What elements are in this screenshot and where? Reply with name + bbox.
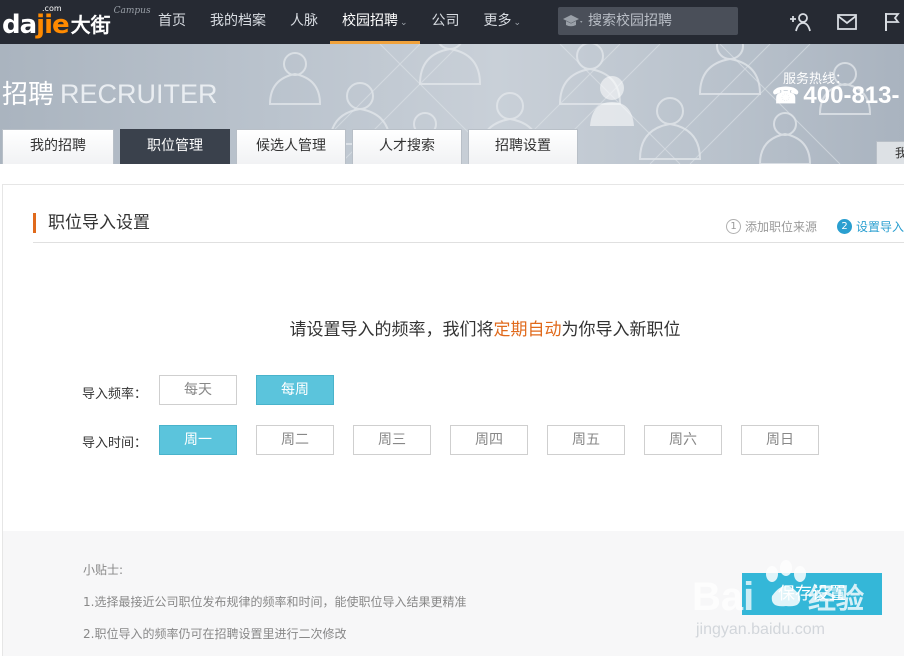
frequency-label: 导入频率：: [82, 387, 148, 402]
step-number: 2: [837, 219, 853, 234]
logo-chinese: 大街: [70, 13, 111, 37]
top-navigation-bar: dajie .com 大街 Campus 首页 我的档案 人脉 校园招聘 ⌄ 公司 更多 ⌄: [0, 0, 904, 44]
flag-icon[interactable]: [880, 10, 904, 34]
time-option-0[interactable]: 周一: [159, 425, 237, 455]
step-label: 设置导入: [856, 220, 904, 234]
step-1: 1 添加职位来源: [726, 218, 817, 235]
time-option-3[interactable]: 周四: [450, 425, 528, 455]
prompt-highlight: 定期自动: [493, 320, 562, 340]
time-option-5[interactable]: 周六: [644, 425, 722, 455]
banner-title: 招聘 RECRUITER: [2, 79, 218, 110]
phone-icon: ☎: [772, 83, 800, 108]
chevron-down-icon: ⌄: [513, 18, 522, 28]
tab-2[interactable]: 候选人管理: [236, 129, 346, 164]
nav-item-label: 更多: [483, 13, 512, 29]
section-header: 职位导入设置 1 添加职位来源 2 设置导入: [33, 211, 904, 243]
main-content: 职位导入设置 1 添加职位来源 2 设置导入 请设置导入的频率，我们将定期自动为你导入…: [2, 184, 904, 656]
time-option-4[interactable]: 周五: [547, 425, 625, 455]
nav-item-label: 公司: [431, 13, 460, 29]
nav-item-1[interactable]: 我的档案: [198, 0, 278, 44]
nav-item-0[interactable]: 首页: [146, 0, 198, 44]
nav-item-label: 首页: [158, 13, 186, 29]
mail-icon[interactable]: [835, 10, 859, 34]
tip-line-1: 1.选择最接近公司职位发布规律的频率和时间，能使职位导入结果更精准: [83, 595, 467, 609]
tab-0[interactable]: 我的招聘: [2, 129, 114, 164]
time-option-6[interactable]: 周日: [741, 425, 819, 455]
recruiter-tabs: 我的招聘 职位管理 候选人管理 人才搜索 招聘设置: [0, 129, 584, 164]
nav-item-label: 人脉: [290, 13, 318, 29]
nav-item-5[interactable]: 更多 ⌄: [472, 0, 534, 44]
nav-item-3[interactable]: 校园招聘 ⌄: [330, 0, 420, 44]
step-number: 1: [726, 219, 741, 234]
main-nav: 首页 我的档案 人脉 校园招聘 ⌄ 公司 更多 ⌄: [146, 0, 533, 44]
graduation-cap-icon[interactable]: [558, 7, 588, 35]
time-option-2[interactable]: 周三: [353, 425, 431, 455]
progress-steps: 1 添加职位来源 2 设置导入: [726, 218, 904, 235]
tab-1[interactable]: 职位管理: [120, 129, 230, 164]
step-2: 2 设置导入: [837, 218, 904, 235]
step-label: 添加职位来源: [745, 220, 818, 234]
nav-item-label: 校园招聘: [342, 13, 398, 29]
search-box[interactable]: [558, 7, 738, 35]
save-settings-button[interactable]: 保存设置: [742, 573, 882, 615]
frequency-prompt: 请设置导入的频率，我们将定期自动为你导入新职位: [289, 320, 681, 340]
hotline-number: ☎ 400-813-: [772, 82, 900, 109]
dajie-logo[interactable]: dajie .com 大街 Campus: [2, 4, 151, 40]
page-title: 职位导入设置: [33, 213, 150, 233]
add-contact-icon[interactable]: [788, 10, 812, 34]
tab-overflow[interactable]: 我: [876, 141, 904, 164]
chevron-down-icon: ⌄: [400, 18, 408, 28]
time-option-1[interactable]: 周二: [256, 425, 334, 455]
nav-item-2[interactable]: 人脉: [278, 0, 330, 44]
time-label: 导入时间：: [82, 436, 148, 451]
tab-4[interactable]: 招聘设置: [468, 129, 578, 164]
frequency-option-1[interactable]: 每周: [256, 375, 334, 405]
tip-line-2: 2.职位导入的频率仍可在招聘设置里进行二次修改: [83, 627, 347, 641]
nav-item-label: 我的档案: [210, 13, 266, 29]
tab-3[interactable]: 人才搜索: [352, 129, 462, 164]
nav-item-4[interactable]: 公司: [420, 0, 472, 44]
frequency-option-0[interactable]: 每天: [159, 375, 237, 405]
logo-com: .com: [42, 4, 62, 13]
logo-wordmark: dajie: [2, 10, 70, 40]
search-input[interactable]: [588, 7, 728, 35]
tips-panel: 小贴士: 1.选择最接近公司职位发布规律的频率和时间，能使职位导入结果更精准 2…: [3, 531, 904, 656]
tips-title: 小贴士:: [83, 563, 124, 577]
